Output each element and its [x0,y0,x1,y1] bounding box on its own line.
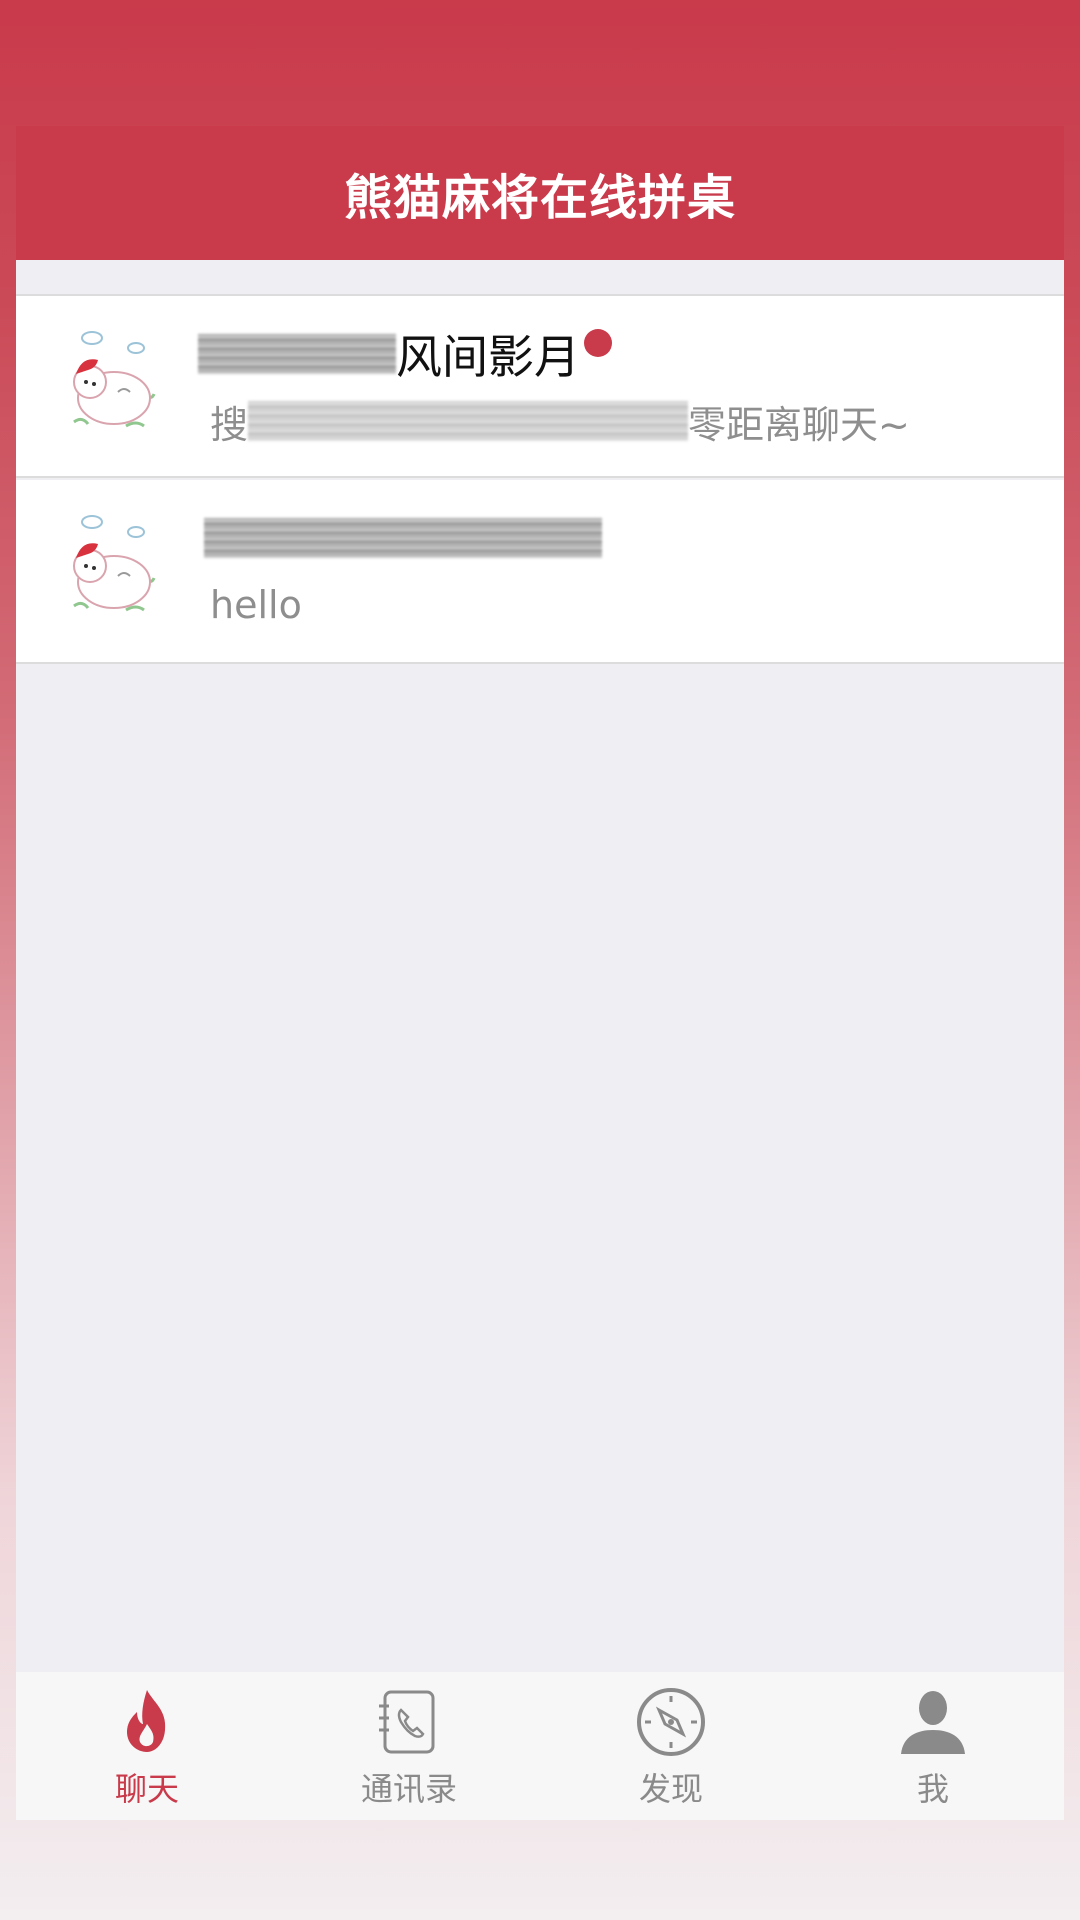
conversation-name-text: 风间影月 [396,330,580,384]
tab-me[interactable]: 我 [802,1672,1064,1820]
title-bar: 熊猫麻将在线拼桌 [16,126,1064,260]
conversation-preview: 搜 零距离聊天~ [210,396,910,447]
page-title: 熊猫麻将在线拼桌 [343,170,736,226]
tab-label: 发现 [638,1770,703,1808]
conversation-list: 风间影月 搜 零距离聊天~ hello [16,294,1064,664]
preview-text: hello [210,583,302,627]
unread-badge [584,329,612,357]
panda-avatar-icon [73,331,156,428]
conversation-name [204,510,602,566]
tab-discover[interactable]: 发现 [540,1672,802,1820]
preview-prefix: 搜 [210,402,249,447]
compass-icon [637,1688,705,1756]
redacted-name-block [198,334,396,374]
conversation-preview: hello [210,580,302,630]
redacted-preview-block [248,401,689,441]
tab-label: 我 [916,1770,949,1808]
preview-suffix: 零距离聊天~ [688,402,910,447]
contacts-book-icon [379,1690,435,1754]
panda-avatar-icon [73,515,156,612]
person-icon [901,1691,965,1754]
redacted-name-block [204,518,602,558]
conversation-name: 风间影月 [198,326,612,384]
app-frame: 熊猫麻将在线拼桌 风间影月 搜 零距离聊天~ hello 聊天 通讯录 发现 我 [16,126,1064,1820]
tab-chat[interactable]: 聊天 [16,1672,278,1820]
conversation-item[interactable]: 风间影月 搜 零距离聊天~ [16,294,1064,478]
bottom-tab-bar: 聊天 通讯录 发现 我 [16,1672,1064,1820]
conversation-item[interactable]: hello [16,480,1064,664]
tab-contacts[interactable]: 通讯录 [278,1672,540,1820]
tab-label: 聊天 [114,1770,179,1808]
tab-label: 通讯录 [360,1770,457,1808]
flame-icon [127,1690,166,1752]
